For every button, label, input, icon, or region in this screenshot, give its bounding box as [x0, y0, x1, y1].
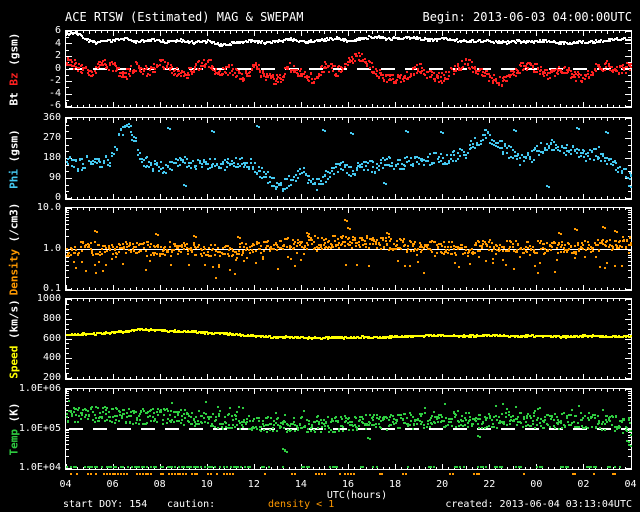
x-tick-label: 06	[106, 479, 119, 490]
y-axis-label-segment: (km/s)	[7, 299, 21, 339]
y-tick-label-temp: 1.0E+04	[18, 462, 61, 473]
caution-value: density < 1	[268, 499, 335, 510]
y-axis-label-segment: Phi	[7, 161, 21, 189]
x-tick-label: 02	[577, 479, 590, 490]
plot-area: 6 4 2 0 -2 -4 -6 Bt Bz (gsm) 360 270 180 90 0 Phi (gs…	[0, 0, 640, 512]
y-axis-label-phi: Phi (gsm)	[8, 129, 21, 189]
x-tick-label: 08	[153, 479, 166, 490]
x-tick-label: 18	[389, 479, 402, 490]
y-axis-label-segment: (gsm)	[7, 32, 21, 66]
y-axis-label-segment: (/cm3)	[7, 202, 21, 243]
panel-phi-canvas	[65, 117, 632, 200]
y-tick-label-phi: 360	[42, 112, 61, 123]
x-tick-label: 10	[200, 479, 213, 490]
panel-speed-canvas	[65, 298, 632, 380]
y-axis-label-speed: Speed (km/s)	[8, 299, 21, 379]
x-tick-label: 04	[624, 479, 637, 490]
x-tick-label: 22	[483, 479, 496, 490]
x-tick-label: 00	[530, 479, 543, 490]
y-axis-label-segment: (gsm)	[7, 128, 21, 162]
x-tick-label: 12	[247, 479, 260, 490]
panel-density-canvas	[65, 207, 632, 291]
y-axis-label-density: Density (/cm3)	[8, 203, 21, 296]
y-axis-label-segment: Speed	[7, 339, 21, 379]
y-axis-label-segment: Density	[7, 242, 21, 296]
start-doy-label: start DOY: 154	[63, 499, 148, 510]
y-axis-label-bt-bz: Bt Bz (gsm)	[8, 33, 21, 106]
caution-label: caution:	[167, 499, 216, 510]
x-tick-label: 14	[294, 479, 307, 490]
y-axis-label-temp: Temp (K)	[8, 403, 21, 456]
y-axis-label-segment: Temp	[7, 422, 21, 456]
y-tick-label-temp: 1.0E+06	[18, 383, 61, 394]
ace-rtsw-plot-window: ACE RTSW (Estimated) MAG & SWEPAM Begin:…	[0, 0, 640, 512]
x-tick-label: 16	[341, 479, 355, 490]
panel-bt-bz-canvas	[65, 30, 632, 108]
y-axis-label-segment: Bz	[7, 65, 21, 86]
panel-temp-canvas	[65, 388, 632, 470]
x-tick-label: 04	[59, 479, 72, 490]
created-timestamp: created: 2013-06-04 03:13:04UTC	[445, 499, 632, 510]
x-tick-label: 20	[436, 479, 449, 490]
y-axis-label-segment: (K)	[7, 402, 21, 423]
y-axis-label-segment: Bt	[7, 85, 21, 106]
caution-density-markers	[65, 473, 632, 477]
